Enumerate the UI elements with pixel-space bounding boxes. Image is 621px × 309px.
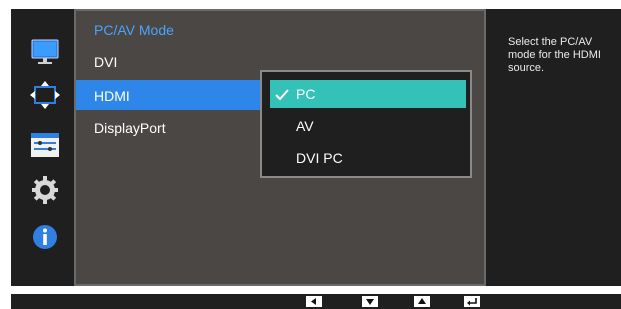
help-text: Select the PC/AV mode for the HDMI sourc…: [508, 36, 601, 74]
submenu-option-label: PC: [296, 86, 316, 102]
gear-icon[interactable]: [28, 175, 62, 205]
checkmark-icon: [272, 80, 292, 108]
submenu-option-pc[interactable]: PC: [270, 80, 466, 108]
pc-av-submenu: PC AV DVI PC: [260, 70, 472, 178]
info-icon[interactable]: [28, 222, 62, 252]
help-panel: Select the PC/AV mode for the HDMI sourc…: [486, 9, 621, 286]
settings-icon[interactable]: [28, 130, 62, 160]
menu-item-hdmi[interactable]: HDMI: [94, 88, 130, 104]
submenu-option-dvi-pc[interactable]: DVI PC: [270, 144, 466, 172]
down-arrow-icon[interactable]: [362, 296, 378, 307]
menu-item-displayport[interactable]: DisplayPort: [94, 120, 166, 136]
menu-item-dvi[interactable]: DVI: [94, 54, 117, 70]
up-arrow-icon[interactable]: [414, 296, 430, 307]
position-icon[interactable]: [28, 80, 62, 110]
menu-title: PC/AV Mode: [94, 22, 174, 38]
submenu-option-av[interactable]: AV: [270, 112, 466, 140]
enter-icon[interactable]: [464, 296, 480, 307]
submenu-option-label: DVI PC: [296, 150, 343, 166]
left-arrow-icon[interactable]: [306, 296, 322, 307]
submenu-option-label: AV: [296, 118, 314, 134]
picture-icon[interactable]: [28, 38, 62, 68]
